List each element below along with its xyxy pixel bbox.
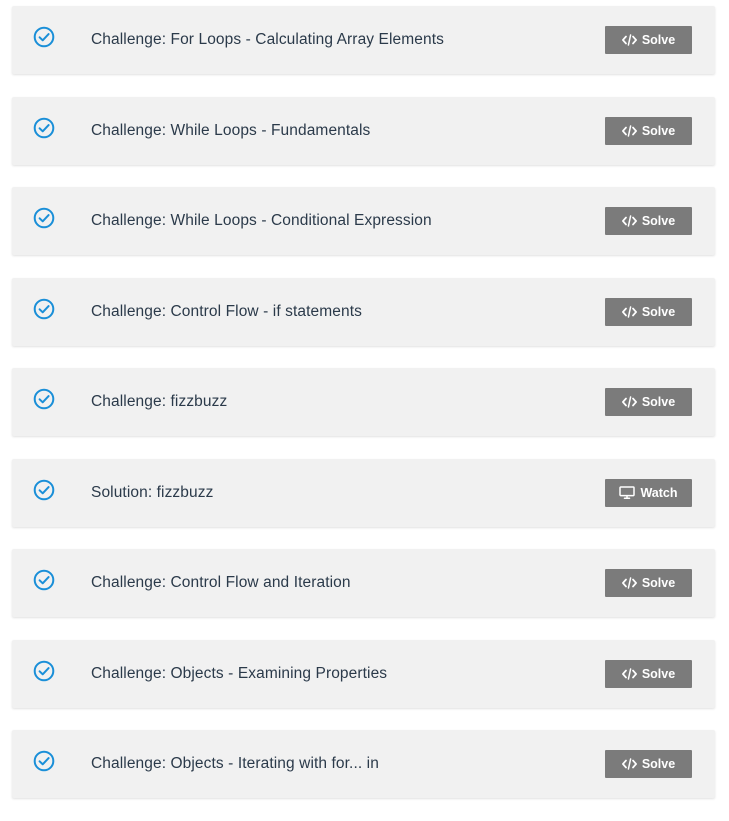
item-title[interactable]: Challenge: fizzbuzz — [91, 368, 227, 436]
item-title[interactable]: Challenge: While Loops - Fundamentals — [91, 97, 370, 165]
check-circle-icon — [33, 660, 55, 682]
list-item[interactable]: Challenge: Objects - Iterating with for.… — [12, 730, 715, 798]
code-icon — [621, 667, 637, 680]
button-label: Solve — [641, 123, 676, 138]
solve-button[interactable]: Solve — [605, 388, 692, 416]
code-icon — [621, 396, 637, 408]
list-item[interactable]: Challenge: Control Flow - if statements … — [12, 277, 715, 346]
check-circle-icon — [33, 298, 55, 320]
solve-button[interactable]: Solve — [605, 750, 692, 778]
watch-button[interactable]: Watch — [605, 478, 692, 507]
list-item[interactable]: Challenge: For Loops - Calculating Array… — [12, 6, 715, 74]
item-title[interactable]: Challenge: Objects - Examining Propertie… — [91, 640, 387, 708]
check-circle-icon — [33, 750, 55, 772]
list-item[interactable]: Challenge: While Loops - Fundamentals So… — [12, 96, 715, 165]
button-label: Solve — [641, 33, 676, 47]
code-icon — [621, 758, 637, 770]
check-circle-icon — [33, 388, 55, 410]
monitor-icon — [619, 486, 636, 499]
code-icon — [621, 577, 637, 589]
list-item[interactable]: Challenge: fizzbuzz Solve — [12, 368, 715, 436]
item-title[interactable]: Challenge: While Loops - Conditional Exp… — [91, 187, 432, 255]
code-icon — [621, 124, 637, 137]
code-icon — [621, 215, 637, 227]
check-circle-icon — [33, 569, 55, 591]
check-circle-icon — [33, 479, 55, 501]
check-circle-icon — [33, 117, 55, 139]
button-label: Solve — [641, 757, 676, 771]
solve-button[interactable]: Solve — [605, 26, 692, 54]
check-circle-icon — [33, 26, 55, 48]
solve-button[interactable]: Solve — [605, 116, 692, 145]
list-item[interactable]: Challenge: Control Flow and Iteration So… — [12, 549, 715, 617]
list-item[interactable]: Challenge: While Loops - Conditional Exp… — [12, 187, 715, 255]
solve-button[interactable]: Solve — [605, 659, 692, 688]
button-label: Solve — [641, 576, 676, 590]
item-title[interactable]: Challenge: Objects - Iterating with for.… — [91, 730, 379, 798]
code-icon — [621, 305, 637, 318]
item-title[interactable]: Challenge: Control Flow and Iteration — [91, 549, 351, 617]
button-label: Solve — [641, 304, 676, 319]
button-label: Solve — [641, 395, 676, 409]
challenge-list: Challenge: For Loops - Calculating Array… — [12, 6, 715, 821]
item-title[interactable]: Challenge: Control Flow - if statements — [91, 278, 362, 346]
item-title[interactable]: Solution: fizzbuzz — [91, 459, 213, 527]
button-label: Watch — [640, 485, 678, 500]
button-label: Solve — [641, 214, 676, 228]
code-icon — [621, 34, 637, 46]
button-label: Solve — [641, 666, 676, 681]
item-title[interactable]: Challenge: For Loops - Calculating Array… — [91, 6, 444, 74]
check-circle-icon — [33, 207, 55, 229]
solve-button[interactable]: Solve — [605, 569, 692, 597]
solve-button[interactable]: Solve — [605, 297, 692, 326]
list-item[interactable]: Challenge: Objects - Examining Propertie… — [12, 639, 715, 708]
solve-button[interactable]: Solve — [605, 207, 692, 235]
list-item[interactable]: Solution: fizzbuzz Watch — [12, 458, 715, 527]
